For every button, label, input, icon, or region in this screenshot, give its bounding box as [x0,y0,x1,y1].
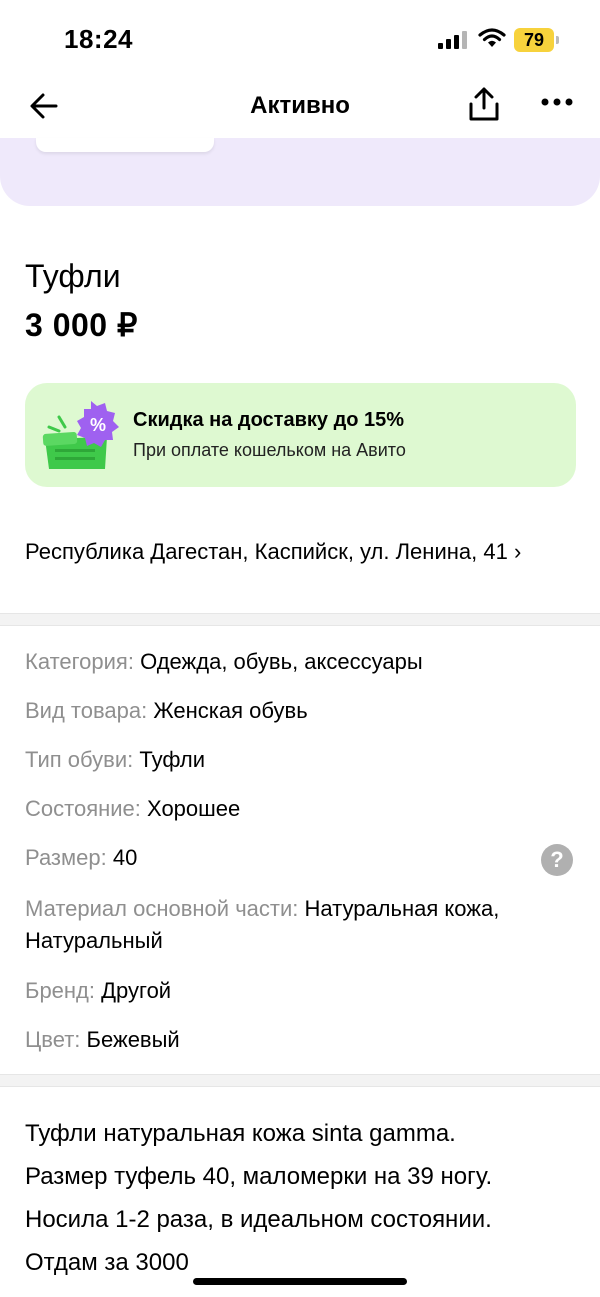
param-value: Другой [101,978,172,1003]
param-label: Тип обуви: [25,747,134,772]
share-icon[interactable] [468,86,500,122]
section-divider [0,1074,600,1087]
param-brand: Бренд: Другой [25,975,565,1007]
battery-cap [556,36,559,44]
param-item-type: Вид товара: Женская обувь [25,695,565,727]
home-indicator[interactable] [193,1278,407,1285]
param-label: Категория: [25,649,134,674]
param-value: Бежевый [86,1027,180,1052]
battery-icon: 79 [514,28,560,52]
delivery-discount-banner[interactable]: % Скидка на доставку до 15% При оплате к… [25,383,576,487]
param-label: Бренд: [25,978,96,1003]
address-link[interactable]: Республика Дагестан, Каспийск, ул. Ленин… [25,535,580,568]
address-text: Республика Дагестан, Каспийск, ул. Ленин… [25,539,508,564]
param-value: Хорошее [147,796,241,821]
question-icon[interactable]: ? [541,844,573,876]
section-divider [0,613,600,626]
param-color: Цвет: Бежевый [25,1024,565,1056]
param-value: 40 [112,845,138,870]
param-label: Материал основной части: [25,896,299,921]
promo-title: Скидка на доставку до 15% [133,409,405,431]
param-category: Категория: Одежда, обувь, аксессуары [25,646,565,678]
promo-subtitle: При оплате кошельком на Авито [133,440,406,460]
cellular-signal-icon [438,31,467,49]
battery-level: 79 [514,28,554,52]
param-shoe-type: Тип обуви: Туфли [25,744,565,776]
chevron-right-icon: › [513,539,522,564]
description-line: Носила 1-2 раза, в идеальном состоянии. [25,1206,492,1233]
param-size: Размер: 40 [25,842,565,874]
svg-text:%: % [90,415,106,435]
listing-title: Туфли [25,258,121,294]
param-condition: Состояние: Хорошее [25,793,565,825]
more-options-icon[interactable] [540,96,574,108]
listing-price: 3 000 ₽ [25,307,138,343]
wallet-discount-icon: % [42,401,119,469]
wifi-icon [478,28,506,47]
description-line: Туфли натуральная кожа sinta gamma. [25,1120,456,1147]
page-title: Активно [250,92,350,119]
param-label: Цвет: [25,1027,81,1052]
param-value: Туфли [139,747,206,772]
param-value: Одежда, обувь, аксессуары [140,649,423,674]
gallery-card[interactable] [36,138,214,152]
status-time: 18:24 [64,24,133,54]
status-bar: 18:24 79 [0,0,600,80]
param-material: Материал основной части: Натуральная кож… [25,893,565,957]
description-line: Размер туфель 40, маломерки на 39 ногу. [25,1163,493,1190]
listing-description: Туфли натуральная кожа sinta gamma. Разм… [25,1115,585,1287]
param-label: Состояние: [25,796,141,821]
nav-bar: Активно [0,80,600,138]
param-label: Вид товара: [25,698,148,723]
param-value: Женская обувь [153,698,308,723]
param-label: Размер: [25,845,107,870]
